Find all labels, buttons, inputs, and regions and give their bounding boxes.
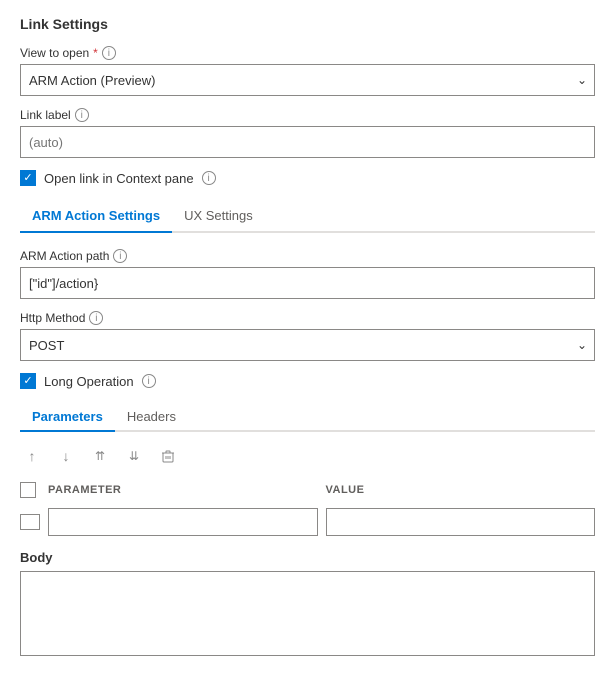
- move-down-icon[interactable]: ↓: [54, 444, 78, 468]
- move-top-icon[interactable]: ⇈: [88, 444, 112, 468]
- sub-tabs: Parameters Headers: [20, 403, 595, 432]
- link-label-label: Link label i: [20, 108, 595, 122]
- checkmark-icon: ✓: [23, 173, 32, 184]
- view-to-open-dropdown[interactable]: ARM Action (Preview) Blade Url: [20, 64, 595, 96]
- main-tabs: ARM Action Settings UX Settings: [20, 200, 595, 233]
- long-operation-info-icon[interactable]: i: [142, 374, 156, 388]
- open-in-context-checkbox[interactable]: ✓: [20, 170, 36, 186]
- arm-action-path-info-icon[interactable]: i: [113, 249, 127, 263]
- link-label-info-icon[interactable]: i: [75, 108, 89, 122]
- view-to-open-label: View to open * i: [20, 46, 595, 60]
- column-header-value: VALUE: [326, 484, 596, 496]
- body-label: Body: [20, 550, 595, 565]
- table-header-row: PARAMETER VALUE: [20, 478, 595, 502]
- open-in-context-row: ✓ Open link in Context pane i: [20, 170, 595, 186]
- delete-icon[interactable]: [156, 444, 180, 468]
- body-section: Body: [20, 550, 595, 656]
- link-label-group: Link label i: [20, 108, 595, 158]
- tab-headers[interactable]: Headers: [115, 403, 188, 432]
- row-parameter-input[interactable]: [48, 508, 318, 536]
- view-to-open-dropdown-wrapper: ARM Action (Preview) Blade Url ⌄: [20, 64, 595, 96]
- checkmark-icon: ✓: [23, 376, 32, 387]
- view-to-open-group: View to open * i ARM Action (Preview) Bl…: [20, 46, 595, 96]
- table-row: [20, 508, 595, 536]
- toolbar: ↑ ↓ ⇈ ⇊: [20, 444, 595, 468]
- long-operation-label: Long Operation: [44, 374, 134, 389]
- link-label-input[interactable]: [20, 126, 595, 158]
- body-textarea[interactable]: [21, 572, 594, 652]
- open-in-context-label: Open link in Context pane: [44, 171, 194, 186]
- tab-arm-action-settings[interactable]: ARM Action Settings: [20, 200, 172, 233]
- arm-action-path-group: ARM Action path i: [20, 249, 595, 299]
- body-textarea-wrapper: [20, 571, 595, 656]
- column-header-parameter: PARAMETER: [48, 484, 318, 496]
- panel: Link Settings View to open * i ARM Actio…: [0, 0, 615, 672]
- open-in-context-info-icon[interactable]: i: [202, 171, 216, 185]
- row-value-input[interactable]: [326, 508, 596, 536]
- move-bottom-icon[interactable]: ⇊: [122, 444, 146, 468]
- row-checkbox[interactable]: [20, 514, 40, 530]
- long-operation-row: ✓ Long Operation i: [20, 373, 595, 389]
- required-indicator: *: [93, 46, 98, 60]
- arm-action-path-input[interactable]: [20, 267, 595, 299]
- tab-parameters[interactable]: Parameters: [20, 403, 115, 432]
- long-operation-checkbox[interactable]: ✓: [20, 373, 36, 389]
- tab-ux-settings[interactable]: UX Settings: [172, 200, 265, 233]
- view-to-open-info-icon[interactable]: i: [102, 46, 116, 60]
- http-method-info-icon[interactable]: i: [89, 311, 103, 325]
- table-header-checkbox[interactable]: [20, 482, 36, 498]
- arm-action-path-label: ARM Action path i: [20, 249, 595, 263]
- section-title: Link Settings: [20, 16, 595, 32]
- move-up-icon[interactable]: ↑: [20, 444, 44, 468]
- http-method-dropdown-wrapper: POST GET PUT DELETE PATCH ⌄: [20, 329, 595, 361]
- http-method-label: Http Method i: [20, 311, 595, 325]
- http-method-dropdown[interactable]: POST GET PUT DELETE PATCH: [20, 329, 595, 361]
- http-method-group: Http Method i POST GET PUT DELETE PATCH …: [20, 311, 595, 361]
